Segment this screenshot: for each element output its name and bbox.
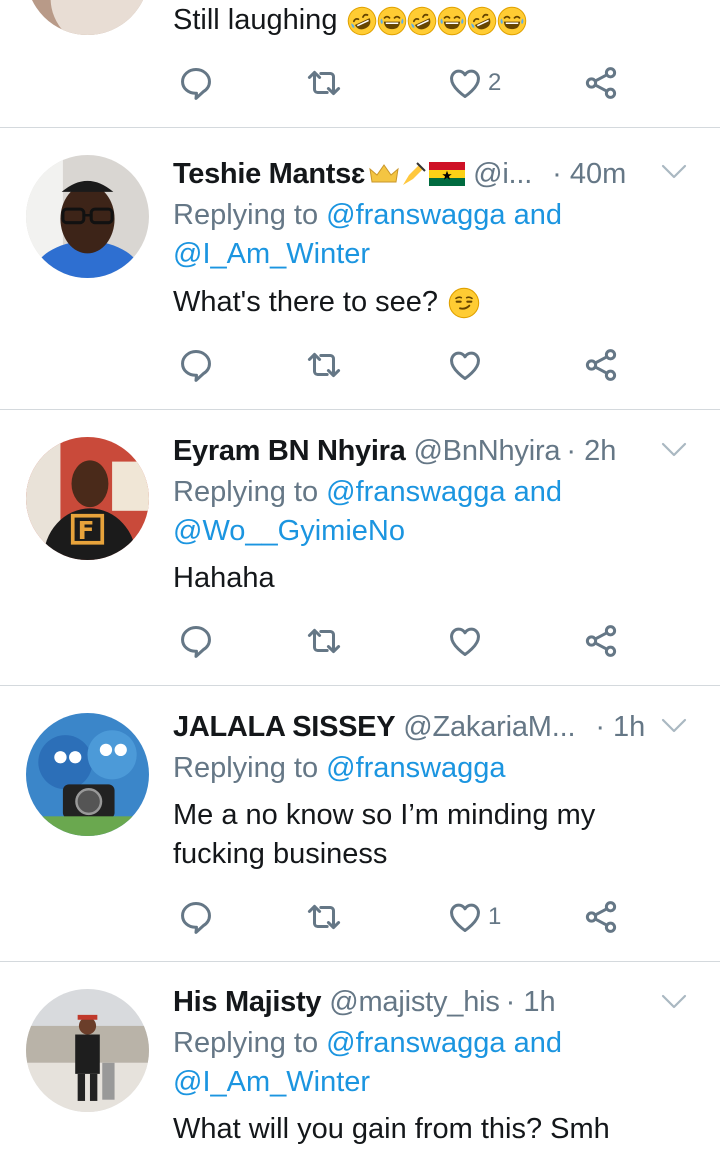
heart-icon bbox=[446, 898, 484, 936]
reply-icon bbox=[177, 898, 215, 936]
retweet-icon bbox=[305, 64, 343, 102]
share-button[interactable] bbox=[582, 619, 620, 663]
reply-button[interactable] bbox=[177, 61, 219, 105]
mention-link[interactable]: @I_Am_Winter bbox=[173, 1066, 370, 1098]
writing-hand-icon bbox=[403, 162, 426, 185]
rofl-emoji-icon bbox=[467, 6, 497, 36]
like-button[interactable] bbox=[446, 343, 488, 387]
share-button[interactable] bbox=[582, 343, 620, 387]
timestamp[interactable]: · 1h bbox=[595, 711, 645, 744]
tweet-item[interactable]: Still laughing 2 bbox=[0, 0, 720, 128]
user-handle[interactable]: @ZakariaM... bbox=[403, 711, 575, 744]
chevron-down-icon[interactable] bbox=[660, 162, 688, 182]
mention-link[interactable]: @franswagga bbox=[326, 476, 505, 508]
like-button[interactable] bbox=[446, 619, 488, 663]
rofl-emoji-icon bbox=[407, 6, 437, 36]
like-count: 1 bbox=[488, 903, 502, 930]
joy-emoji-icon bbox=[497, 6, 527, 36]
retweet-button[interactable] bbox=[305, 619, 347, 663]
joy-emoji-icon bbox=[437, 6, 467, 36]
heart-icon bbox=[446, 64, 484, 102]
display-name[interactable]: His Majisty bbox=[173, 986, 322, 1019]
tweet-item[interactable]: JALALA SISSEY @ZakariaM... · 1h Replying… bbox=[0, 686, 720, 962]
tweet-header: Eyram BN Nhyira @BnNhyira · 2h bbox=[173, 431, 616, 471]
avatar[interactable]: F bbox=[26, 437, 149, 560]
replying-to: Replying to @franswagga bbox=[173, 752, 506, 784]
share-icon bbox=[582, 898, 620, 936]
replying-to: Replying to @franswagga and @Wo__GyimieN… bbox=[173, 476, 562, 547]
tweet-text: Still laughing bbox=[173, 1, 680, 40]
reply-icon bbox=[177, 64, 215, 102]
smirk-emoji-icon bbox=[448, 287, 480, 319]
share-icon bbox=[582, 64, 620, 102]
reply-button[interactable] bbox=[177, 619, 219, 663]
svg-text:F: F bbox=[78, 516, 95, 545]
tweet-item[interactable]: Teshie Mantsɛ @i... · 40m Replying to @f… bbox=[0, 128, 720, 410]
reply-icon bbox=[177, 346, 215, 384]
avatar[interactable] bbox=[26, 713, 149, 836]
mention-link[interactable]: @franswagga bbox=[326, 752, 505, 784]
share-icon bbox=[582, 622, 620, 660]
display-name[interactable]: JALALA SISSEY bbox=[173, 711, 396, 744]
mention-link[interactable]: @I_Am_Winter bbox=[173, 238, 370, 270]
tweet-actions bbox=[0, 343, 720, 387]
tweet-actions bbox=[0, 619, 720, 663]
share-button[interactable] bbox=[582, 61, 620, 105]
tweet-text: Me a no know so I’m minding my fucking b… bbox=[173, 799, 596, 870]
tweet-header: His Majisty @majisty_his · 1h bbox=[173, 982, 556, 1022]
name-emojis bbox=[369, 159, 466, 189]
tweet-text: What's there to see? bbox=[173, 283, 680, 322]
rofl-emoji-icon bbox=[347, 6, 377, 36]
avatar[interactable] bbox=[26, 0, 149, 35]
chevron-down-icon[interactable] bbox=[660, 440, 688, 460]
display-name[interactable]: Teshie Mantsɛ bbox=[173, 158, 365, 191]
crown-icon bbox=[369, 164, 399, 183]
replying-to: Replying to @franswagga and @I_Am_Winter bbox=[173, 199, 562, 270]
reply-button[interactable] bbox=[177, 895, 219, 939]
chevron-down-icon[interactable] bbox=[660, 992, 688, 1012]
retweet-button[interactable] bbox=[305, 61, 347, 105]
retweet-icon bbox=[305, 346, 343, 384]
retweet-button[interactable] bbox=[305, 343, 347, 387]
ghana-flag-icon bbox=[429, 162, 466, 186]
share-icon bbox=[582, 346, 620, 384]
retweet-icon bbox=[305, 622, 343, 660]
like-button[interactable]: 2 bbox=[446, 61, 501, 105]
mention-link[interactable]: @Wo__GyimieNo bbox=[173, 515, 405, 547]
user-handle[interactable]: @i... bbox=[473, 158, 532, 191]
timestamp[interactable]: · 1h bbox=[506, 986, 556, 1019]
retweet-button[interactable] bbox=[305, 895, 347, 939]
timestamp[interactable]: · 40m bbox=[552, 158, 626, 191]
reply-icon bbox=[177, 622, 215, 660]
mention-link[interactable]: @franswagga bbox=[326, 199, 505, 231]
timestamp[interactable]: · 2h bbox=[566, 435, 616, 468]
mention-link[interactable]: @franswagga bbox=[326, 1027, 505, 1059]
retweet-icon bbox=[305, 898, 343, 936]
heart-icon bbox=[446, 346, 484, 384]
reply-button[interactable] bbox=[177, 343, 219, 387]
like-button[interactable]: 1 bbox=[446, 895, 501, 939]
avatar[interactable] bbox=[26, 989, 149, 1112]
like-count: 2 bbox=[488, 69, 502, 96]
replying-to: Replying to @franswagga and @I_Am_Winter bbox=[173, 1027, 562, 1098]
joy-emoji-icon bbox=[377, 6, 407, 36]
avatar[interactable] bbox=[26, 155, 149, 278]
chevron-down-icon[interactable] bbox=[660, 716, 688, 736]
tweet-text: Hahaha bbox=[173, 562, 275, 594]
tweet-actions: 1 bbox=[0, 895, 720, 939]
tweet-header: JALALA SISSEY @ZakariaM... · 1h bbox=[173, 707, 645, 747]
heart-icon bbox=[446, 622, 484, 660]
display-name[interactable]: Eyram BN Nhyira bbox=[173, 435, 406, 468]
emoji-sequence bbox=[347, 6, 527, 36]
tweet-text: What will you gain from this? Smh bbox=[173, 1113, 610, 1145]
tweet-header: Teshie Mantsɛ @i... · 40m bbox=[173, 154, 626, 194]
tweet-item[interactable]: F Eyram BN Nhyira @BnNhyira · 2h Replyin… bbox=[0, 410, 720, 686]
tweet-item[interactable]: His Majisty @majisty_his · 1h Replying t… bbox=[0, 962, 720, 1161]
share-button[interactable] bbox=[582, 895, 620, 939]
user-handle[interactable]: @majisty_his bbox=[329, 986, 500, 1019]
user-handle[interactable]: @BnNhyira bbox=[413, 435, 560, 468]
tweet-actions: 2 bbox=[0, 61, 720, 105]
